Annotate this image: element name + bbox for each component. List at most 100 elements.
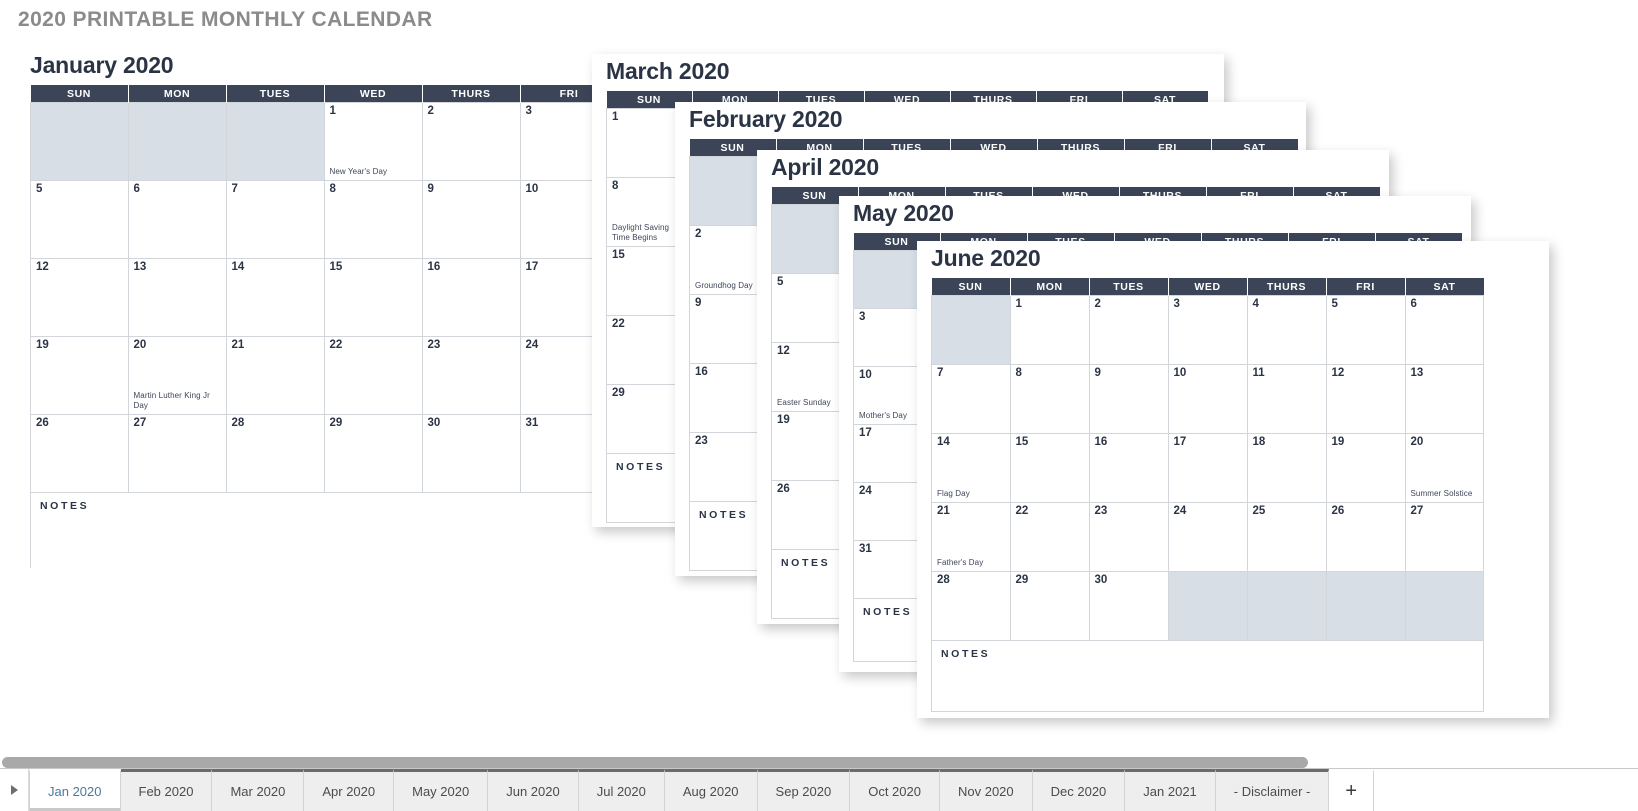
calendar-cell-day-22[interactable]: 22 xyxy=(1009,502,1090,572)
notes-area[interactable]: NOTES xyxy=(931,640,1484,712)
calendar-cell-empty[interactable] xyxy=(30,102,129,181)
calendar-cell-day-24[interactable]: 24 xyxy=(1167,502,1248,572)
calendar-cell-empty[interactable] xyxy=(225,102,325,181)
calendar-cell-day-23[interactable]: 23 xyxy=(1088,502,1169,572)
day-number: 6 xyxy=(133,183,140,195)
calendar-cell-day-5[interactable]: 5 xyxy=(30,180,129,259)
day-number: 5 xyxy=(1331,298,1338,310)
weekday-header-thurs: THURS xyxy=(1247,278,1327,296)
calendar-cell-day-15[interactable]: 15 xyxy=(1009,433,1090,503)
calendar-cell-day-1[interactable]: 1 New Year's Day xyxy=(323,102,423,181)
calendar-cell-day-1[interactable]: 1 xyxy=(1009,295,1090,365)
calendar-cell-day-27[interactable]: 27 xyxy=(127,414,227,493)
calendar-cell-empty[interactable] xyxy=(1404,571,1484,641)
calendar-cell-day-21[interactable]: 21 Father's Day xyxy=(931,502,1011,572)
calendar-cell-day-17[interactable]: 17 xyxy=(1167,433,1248,503)
calendar-cell-day-29[interactable]: 29 xyxy=(323,414,423,493)
calendar-cell-day-9[interactable]: 9 xyxy=(421,180,521,259)
calendar-cell-day-16[interactable]: 16 xyxy=(421,258,521,337)
sheet-tab-aug-2020[interactable]: Aug 2020 xyxy=(664,769,758,811)
calendar-cell-day-14[interactable]: 14 Flag Day xyxy=(931,433,1011,503)
sheet-tab-disclaimer[interactable]: - Disclaimer - xyxy=(1215,769,1330,811)
sheet-tab-jul-2020[interactable]: Jul 2020 xyxy=(578,769,665,811)
calendar-cell-day-7[interactable]: 7 xyxy=(225,180,325,259)
sheet-tab-oct-2020[interactable]: Oct 2020 xyxy=(850,769,940,811)
weekday-header-thurs: THURS xyxy=(422,85,521,103)
calendar-cell-day-19[interactable]: 19 xyxy=(30,336,129,415)
sheet-tab-apr-2020[interactable]: Apr 2020 xyxy=(304,769,395,811)
calendar-cell-day-16[interactable]: 16 xyxy=(1088,433,1169,503)
day-number: 16 xyxy=(1094,436,1108,448)
sheet-tab-feb-2020[interactable]: Feb 2020 xyxy=(120,769,213,811)
day-number: 1 xyxy=(612,111,619,123)
add-sheet-button[interactable]: + xyxy=(1329,769,1375,811)
calendar-cell-day-6[interactable]: 6 xyxy=(127,180,227,259)
calendar-cell-day-9[interactable]: 9 xyxy=(1088,364,1169,434)
calendar-cell-day-8[interactable]: 8 xyxy=(1009,364,1090,434)
calendar-cell-day-15[interactable]: 15 xyxy=(323,258,423,337)
sheet-tab-jun-2020[interactable]: Jun 2020 xyxy=(488,769,579,811)
calendar-cell-day-14[interactable]: 14 xyxy=(225,258,325,337)
calendar-cell-day-26[interactable]: 26 xyxy=(30,414,129,493)
day-number: 18 xyxy=(1252,436,1266,448)
sheet-tab-mar-2020[interactable]: Mar 2020 xyxy=(212,769,305,811)
calendar-cell-day-23[interactable]: 23 xyxy=(421,336,521,415)
calendar-cell-day-4[interactable]: 4 xyxy=(1246,295,1327,365)
sheet-tabs: Jan 2020 Feb 2020 Mar 2020 Apr 2020 May 2020… xyxy=(29,769,1638,811)
day-number: 9 xyxy=(427,183,434,195)
calendar-week-row: 14 Flag Day 15 16 17 18 19 20 Summer Solstice xyxy=(931,433,1484,503)
calendar-cell-day-2[interactable]: 2 xyxy=(421,102,521,181)
calendar-cell-day-10[interactable]: 10 xyxy=(1167,364,1248,434)
notes-label: NOTES xyxy=(699,509,749,521)
calendar-cell-day-21[interactable]: 21 xyxy=(225,336,325,415)
calendar-cell-day-8[interactable]: 8 xyxy=(323,180,423,259)
calendar-cell-day-7[interactable]: 7 xyxy=(931,364,1011,434)
calendar-cell-day-30[interactable]: 30 xyxy=(1088,571,1169,641)
calendar-cell-empty[interactable] xyxy=(1325,571,1406,641)
calendar-cell-day-27[interactable]: 27 xyxy=(1404,502,1484,572)
sheet-tab-sep-2020[interactable]: Sep 2020 xyxy=(757,769,851,811)
calendar-cell-day-28[interactable]: 28 xyxy=(225,414,325,493)
calendar-cell-day-28[interactable]: 28 xyxy=(931,571,1011,641)
calendar-cell-day-13[interactable]: 13 xyxy=(127,258,227,337)
calendar-cell-empty[interactable] xyxy=(1167,571,1248,641)
day-number: 12 xyxy=(777,345,790,357)
calendar-cell-day-12[interactable]: 12 xyxy=(1325,364,1406,434)
calendar-cell-day-25[interactable]: 25 xyxy=(1246,502,1327,572)
calendar-week-row: 1 2 3 4 5 6 xyxy=(931,295,1484,365)
calendar-title-june: June 2020 xyxy=(931,245,1041,271)
sheet-tab-jan-2020[interactable]: Jan 2020 xyxy=(29,769,121,811)
calendar-cell-day-2[interactable]: 2 xyxy=(1088,295,1169,365)
horizontal-scrollbar-thumb[interactable] xyxy=(2,757,1308,768)
day-number: 2 xyxy=(695,228,702,240)
sheet-tab-nov-2020[interactable]: Nov 2020 xyxy=(939,769,1033,811)
calendar-cell-day-6[interactable]: 6 xyxy=(1404,295,1484,365)
calendar-cell-day-12[interactable]: 12 xyxy=(30,258,129,337)
sheet-tab-may-2020[interactable]: May 2020 xyxy=(394,769,489,811)
calendar-cell-day-3[interactable]: 3 xyxy=(1167,295,1248,365)
weekday-header-tues: TUES xyxy=(1089,278,1169,296)
calendar-cell-day-13[interactable]: 13 xyxy=(1404,364,1484,434)
calendar-cell-empty[interactable] xyxy=(127,102,227,181)
calendar-cell-day-26[interactable]: 26 xyxy=(1325,502,1406,572)
spreadsheet-canvas: 2020 PRINTABLE MONTHLY CALENDAR January … xyxy=(0,0,1638,811)
day-number: 8 xyxy=(329,183,336,195)
calendar-week-row: 28 29 30 xyxy=(931,571,1484,641)
sheet-tab-jan-2021[interactable]: Jan 2021 xyxy=(1125,769,1216,811)
sheet-tab-dec-2020[interactable]: Dec 2020 xyxy=(1032,769,1126,811)
calendar-cell-empty[interactable] xyxy=(1246,571,1327,641)
sheet-nav-next-button[interactable] xyxy=(0,769,29,811)
calendar-cell-day-11[interactable]: 11 xyxy=(1246,364,1327,434)
day-number: 7 xyxy=(231,183,238,195)
calendar-cell-day-5[interactable]: 5 xyxy=(1325,295,1406,365)
day-number: 1 xyxy=(1015,298,1022,310)
calendar-cell-day-19[interactable]: 19 xyxy=(1325,433,1406,503)
calendar-cell-day-29[interactable]: 29 xyxy=(1009,571,1090,641)
calendar-cell-day-30[interactable]: 30 xyxy=(421,414,521,493)
day-number: 13 xyxy=(133,261,147,273)
calendar-cell-day-22[interactable]: 22 xyxy=(323,336,423,415)
calendar-cell-day-20[interactable]: 20 Martin Luther King Jr Day xyxy=(127,336,227,415)
calendar-cell-day-20[interactable]: 20 Summer Solstice xyxy=(1404,433,1484,503)
calendar-cell-empty[interactable] xyxy=(931,295,1011,365)
calendar-cell-day-18[interactable]: 18 xyxy=(1246,433,1327,503)
